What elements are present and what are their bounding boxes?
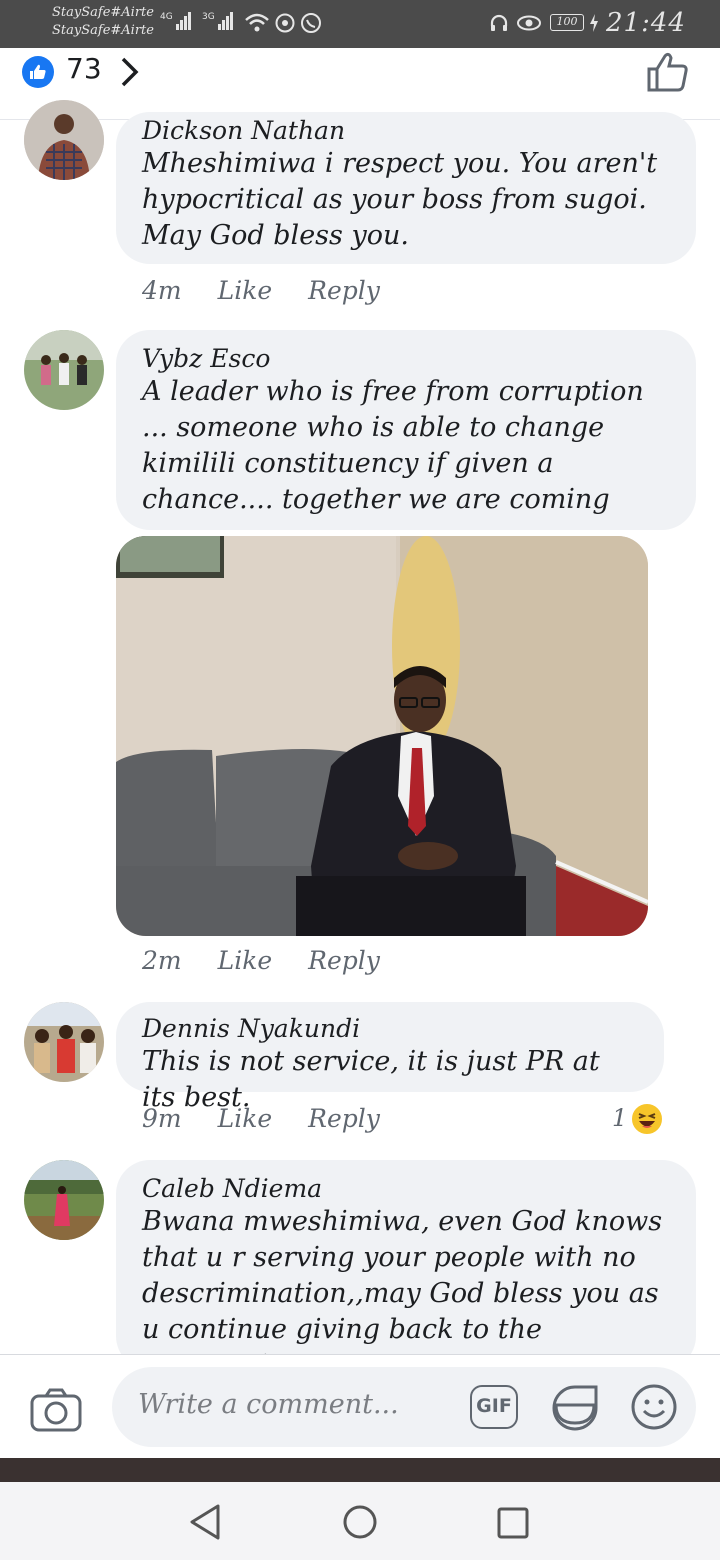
avatar[interactable] xyxy=(24,330,104,410)
whatsapp-icon xyxy=(300,12,322,38)
comment-text: Mheshimiwa i respect you. You aren't hyp… xyxy=(142,148,658,251)
avatar[interactable] xyxy=(24,100,104,180)
sticker-icon[interactable] xyxy=(550,1383,600,1437)
like-button[interactable]: Like xyxy=(218,1104,273,1133)
battery-level: 100 xyxy=(556,15,578,28)
status-bar: StaySafe#Airte StaySafe#Airte 4G 3G 100 … xyxy=(0,0,720,48)
camera-icon[interactable] xyxy=(30,1387,82,1437)
comment-reaction-count[interactable]: 1 xyxy=(612,1104,627,1132)
network-type-2: 3G xyxy=(202,12,215,22)
signal-3g: 3G xyxy=(202,12,234,30)
carrier-labels: StaySafe#Airte StaySafe#Airte xyxy=(52,4,154,40)
battery-indicator: 100 xyxy=(550,14,584,31)
reply-button[interactable]: Reply xyxy=(308,276,380,305)
recent-square-icon[interactable] xyxy=(496,1506,530,1544)
avatar[interactable] xyxy=(24,1002,104,1082)
comment-composer: Write a comment... GIF xyxy=(0,1354,720,1458)
eye-comfort-icon xyxy=(516,12,542,38)
comment-bubble[interactable]: Caleb Ndiema Bwana mweshimiwa, even God … xyxy=(116,1160,696,1381)
signal-bars-icon xyxy=(218,12,234,30)
comment-bubble[interactable]: Vybz Esco A leader who is free from corr… xyxy=(116,330,696,530)
reply-button[interactable]: Reply xyxy=(308,946,380,975)
comment-author[interactable]: Dickson Nathan xyxy=(142,116,670,146)
comment-author[interactable]: Vybz Esco xyxy=(142,344,670,374)
comment-text: A leader who is free from corruption ...… xyxy=(142,376,644,515)
comment-time: 4m xyxy=(142,276,182,305)
haha-reaction-icon xyxy=(630,1102,664,1136)
headset-icon xyxy=(488,12,510,38)
comment-photo[interactable] xyxy=(116,536,648,936)
charging-icon xyxy=(588,12,600,40)
reply-button[interactable]: Reply xyxy=(308,1104,380,1133)
carrier-1: StaySafe#Airte xyxy=(52,5,154,20)
comment-time: 9m xyxy=(142,1104,182,1133)
system-navigation-bar xyxy=(0,1482,720,1560)
comment-input-placeholder: Write a comment... xyxy=(138,1389,399,1420)
gif-button[interactable]: GIF xyxy=(470,1385,518,1429)
comment-author[interactable]: Dennis Nyakundi xyxy=(142,1014,638,1044)
carrier-2: StaySafe#Airte xyxy=(52,23,154,38)
avatar[interactable] xyxy=(24,1160,104,1240)
thumbs-up-icon xyxy=(22,56,54,88)
wifi-icon xyxy=(244,12,270,38)
network-type-1: 4G xyxy=(160,12,173,22)
thumbs-up-outline-icon[interactable] xyxy=(644,50,692,98)
reaction-count[interactable]: 73 xyxy=(66,52,102,85)
like-button[interactable]: Like xyxy=(218,276,273,305)
comment-time: 2m xyxy=(142,946,182,975)
data-saver-icon xyxy=(274,12,296,38)
clock: 21:44 xyxy=(606,8,686,38)
comment-actions: 4m Like Reply xyxy=(142,276,416,305)
comment-input[interactable]: Write a comment... GIF xyxy=(112,1367,696,1447)
signal-bars-icon xyxy=(176,12,192,30)
home-circle-icon[interactable] xyxy=(342,1504,378,1544)
comment-actions: 9m Like Reply xyxy=(142,1104,416,1133)
feed-preview-strip xyxy=(0,1458,720,1482)
comment-author[interactable]: Caleb Ndiema xyxy=(142,1174,670,1204)
back-triangle-icon[interactable] xyxy=(188,1502,224,1546)
comment-bubble[interactable]: Dickson Nathan Mheshimiwa i respect you.… xyxy=(116,112,696,264)
reactions-header: 73 xyxy=(0,48,720,120)
chevron-right-icon[interactable] xyxy=(118,54,142,94)
signal-4g: 4G xyxy=(160,12,192,30)
comment-actions: 2m Like Reply xyxy=(142,946,416,975)
emoji-icon[interactable] xyxy=(630,1383,678,1435)
comment-bubble[interactable]: Dennis Nyakundi This is not service, it … xyxy=(116,1002,664,1113)
like-button[interactable]: Like xyxy=(218,946,273,975)
